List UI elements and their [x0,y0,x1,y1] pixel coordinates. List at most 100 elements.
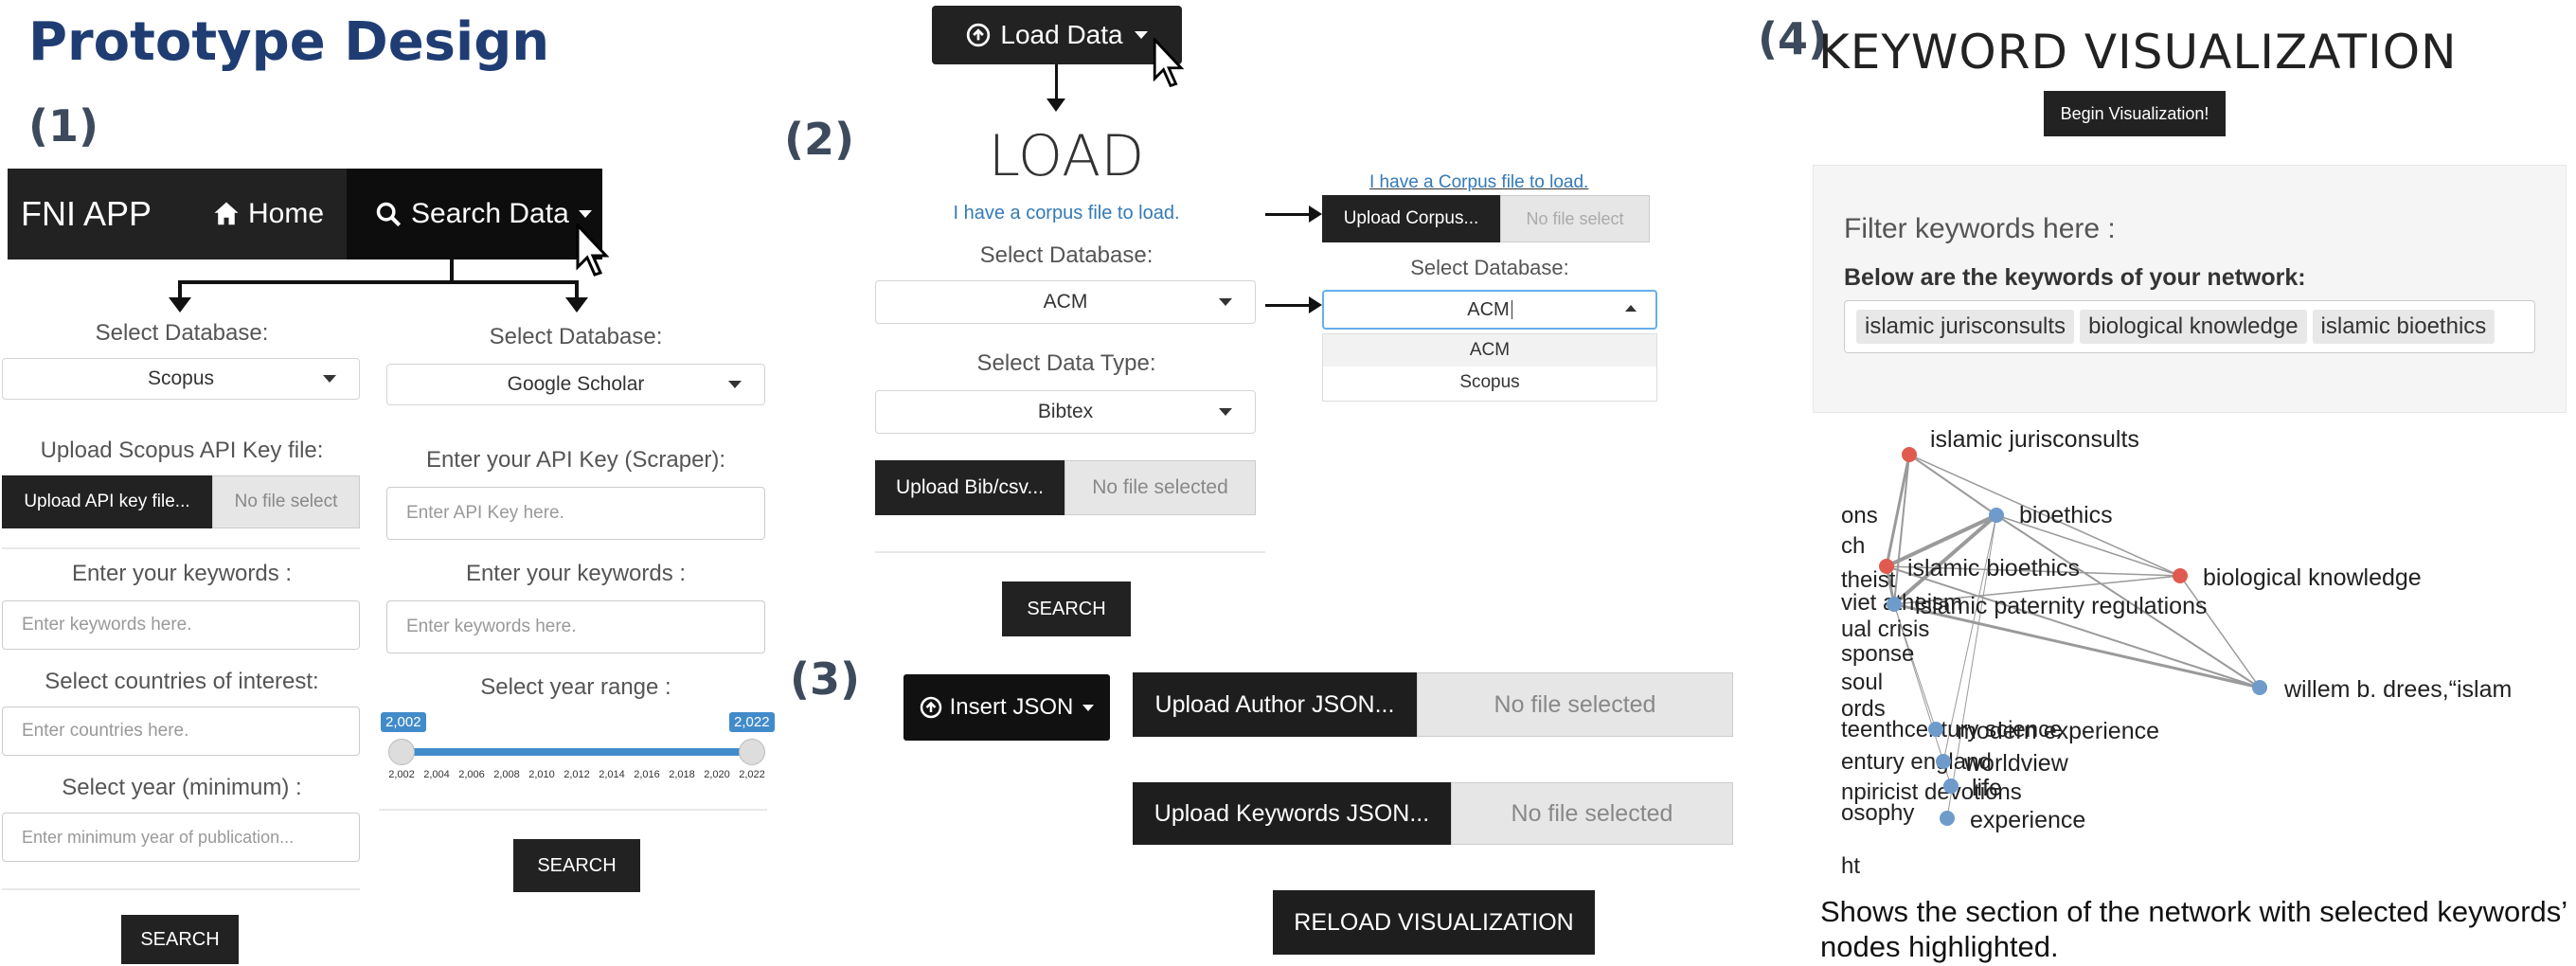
corpus-file-link-expanded[interactable]: I have a Corpus file to load. [1369,172,1588,193]
panel-number-4: (4) [1758,13,1829,64]
corpus-file-link[interactable]: I have a corpus file to load. [875,203,1258,224]
scopus-api-label: Upload Scopus API Key file: [40,438,324,463]
panel-number-2: (2) [784,114,855,165]
countries-label: Select countries of interest: [45,669,319,694]
upload-keywords-json-button[interactable]: Upload Keywords JSON... [1133,782,1451,845]
keyword-chip[interactable]: islamic jurisconsults [1856,310,2075,344]
slider-tick-label: 2,006 [458,769,485,780]
divider [875,551,1265,553]
select-value: Bibtex [1037,401,1094,422]
network-node[interactable] [1940,811,1955,826]
network-node-highlighted[interactable] [1902,447,1917,462]
countries-input[interactable]: Enter countries here. [2,707,360,756]
network-node-highlighted[interactable] [1879,559,1894,574]
slider-handle-max[interactable] [739,739,765,765]
slider-handle-min[interactable] [388,739,415,765]
keyword-chip[interactable]: biological knowledge [2080,310,2307,344]
load-data-button[interactable]: Load Data [932,6,1182,64]
load-db-select[interactable]: ACM [875,280,1256,324]
network-node[interactable] [1943,778,1959,794]
keywords-selectize-input[interactable]: islamic jurisconsults biological knowledg… [1844,300,2535,353]
network-node-label-partial: ual crisis [1841,617,1929,642]
home-icon [214,202,239,225]
nav-home[interactable]: Home [212,169,324,259]
reload-visualization-button[interactable]: RELOAD VISUALIZATION [1273,890,1595,955]
divider [379,809,767,811]
upload-bib-button[interactable]: Upload Bib/csv... [875,460,1064,515]
network-node[interactable] [1936,754,1951,769]
scopus-keywords-input[interactable]: Enter keywords here. [2,600,360,650]
chevron-down-icon [1082,704,1095,711]
select-value: ACM [1467,298,1510,320]
search-icon [376,202,402,227]
nav-search-data[interactable]: Search Data [347,169,602,259]
load-heading: LOAD [988,123,1145,189]
select-value: ACM [1043,291,1088,313]
scholar-api-label: Enter your API Key (Scraper): [425,447,726,473]
scholar-keywords-input[interactable]: Enter keywords here. [386,600,765,653]
network-node-label-partial: ht [1841,853,1860,879]
network-node[interactable] [1928,722,1943,737]
upload-api-key-button[interactable]: Upload API key file... [2,475,212,528]
network-edge [1893,454,1910,605]
corpus-file-status: No file select [1500,195,1650,242]
load-search-button[interactable]: SEARCH [1002,581,1131,636]
scholar-db-select[interactable]: Google Scholar [386,364,765,405]
insert-json-button[interactable]: Insert JSON [903,674,1110,741]
nav-home-label: Home [248,198,325,229]
mouse-cursor-icon [576,224,610,277]
slider-tick-label: 2,012 [564,769,590,780]
dropdown-option-acm[interactable]: ACM [1323,334,1656,367]
slider-max-badge: 2,022 [729,712,775,732]
network-node[interactable] [1989,508,2004,523]
arrow-connector [1055,64,1058,102]
network-node[interactable] [2252,680,2267,695]
upload-circle-icon [920,696,941,719]
network-node-label: biological knowledge [2203,564,2422,591]
slider-ticks: 2,002 2,004 2,006 2,008 2,010 2,012 2,014 2,016… [379,769,777,788]
select-value: Google Scholar [507,373,645,395]
chevron-down-icon [1134,31,1148,39]
branch-connector [178,280,579,284]
navbar: FNI APP Home Search Data [8,169,602,259]
slider-tick-label: 2,004 [423,769,450,780]
arrow-head [1046,98,1065,112]
network-node-label-partial: osophy [1841,800,1914,826]
scopus-db-select[interactable]: Scopus [2,358,360,400]
network-node-label-partial: ch [1841,533,1865,559]
network-node-label: bioethics [2019,502,2113,528]
year-min-input[interactable]: Enter minimum year of publication... [2,813,360,862]
author-json-status: No file selected [1417,672,1733,737]
slider-tick-label: 2,016 [634,769,660,780]
visualization-heading: KEYWORD VISUALIZATION [1818,25,2458,80]
year-range-slider[interactable]: 2,002 2,022 2,002 2,004 2,006 2,008 2,010 2,0… [379,708,777,794]
upload-author-json-button[interactable]: Upload Author JSON... [1133,672,1417,737]
load-type-select[interactable]: Bibtex [875,390,1256,434]
network-node-highlighted[interactable] [2173,568,2188,583]
network-node-label: modern experience [1957,718,2159,744]
network-node-label: willem b. drees,“islam [2283,676,2512,703]
arrow-head [169,297,191,313]
slider-tick-label: 2,010 [528,769,555,780]
begin-visualization-button[interactable]: Begin Visualization! [2044,91,2226,136]
upload-corpus-button[interactable]: Upload Corpus... [1322,195,1500,242]
network-node-label: islamic paternity regulations [1915,593,2207,619]
expanded-db-select[interactable]: ACM [1322,290,1657,330]
chevron-down-icon [1219,408,1232,416]
network-node-label-partial: soul [1841,670,1883,695]
year-range-label: Select year range : [480,674,671,700]
navbar-brand[interactable]: FNI APP [21,169,152,259]
network-node[interactable] [1887,597,1902,612]
slider-min-badge: 2,002 [381,712,426,732]
slider-tick-label: 2,018 [669,769,695,780]
keyword-chip[interactable]: islamic bioethics [2312,310,2496,344]
scopus-search-button[interactable]: SEARCH [121,915,239,964]
insert-json-label: Insert JSON [949,694,1074,720]
scholar-api-input[interactable]: Enter API Key here. [386,487,765,540]
branch-connector [575,280,579,299]
keyword-network-graph[interactable]: onschtheistviet atheismual crisissponses… [1818,417,2557,890]
dropdown-option-scopus[interactable]: Scopus [1323,367,1656,399]
scholar-search-button[interactable]: SEARCH [513,839,640,892]
network-node-label: islamic jurisconsults [1930,426,2139,453]
chevron-down-icon [728,381,742,388]
